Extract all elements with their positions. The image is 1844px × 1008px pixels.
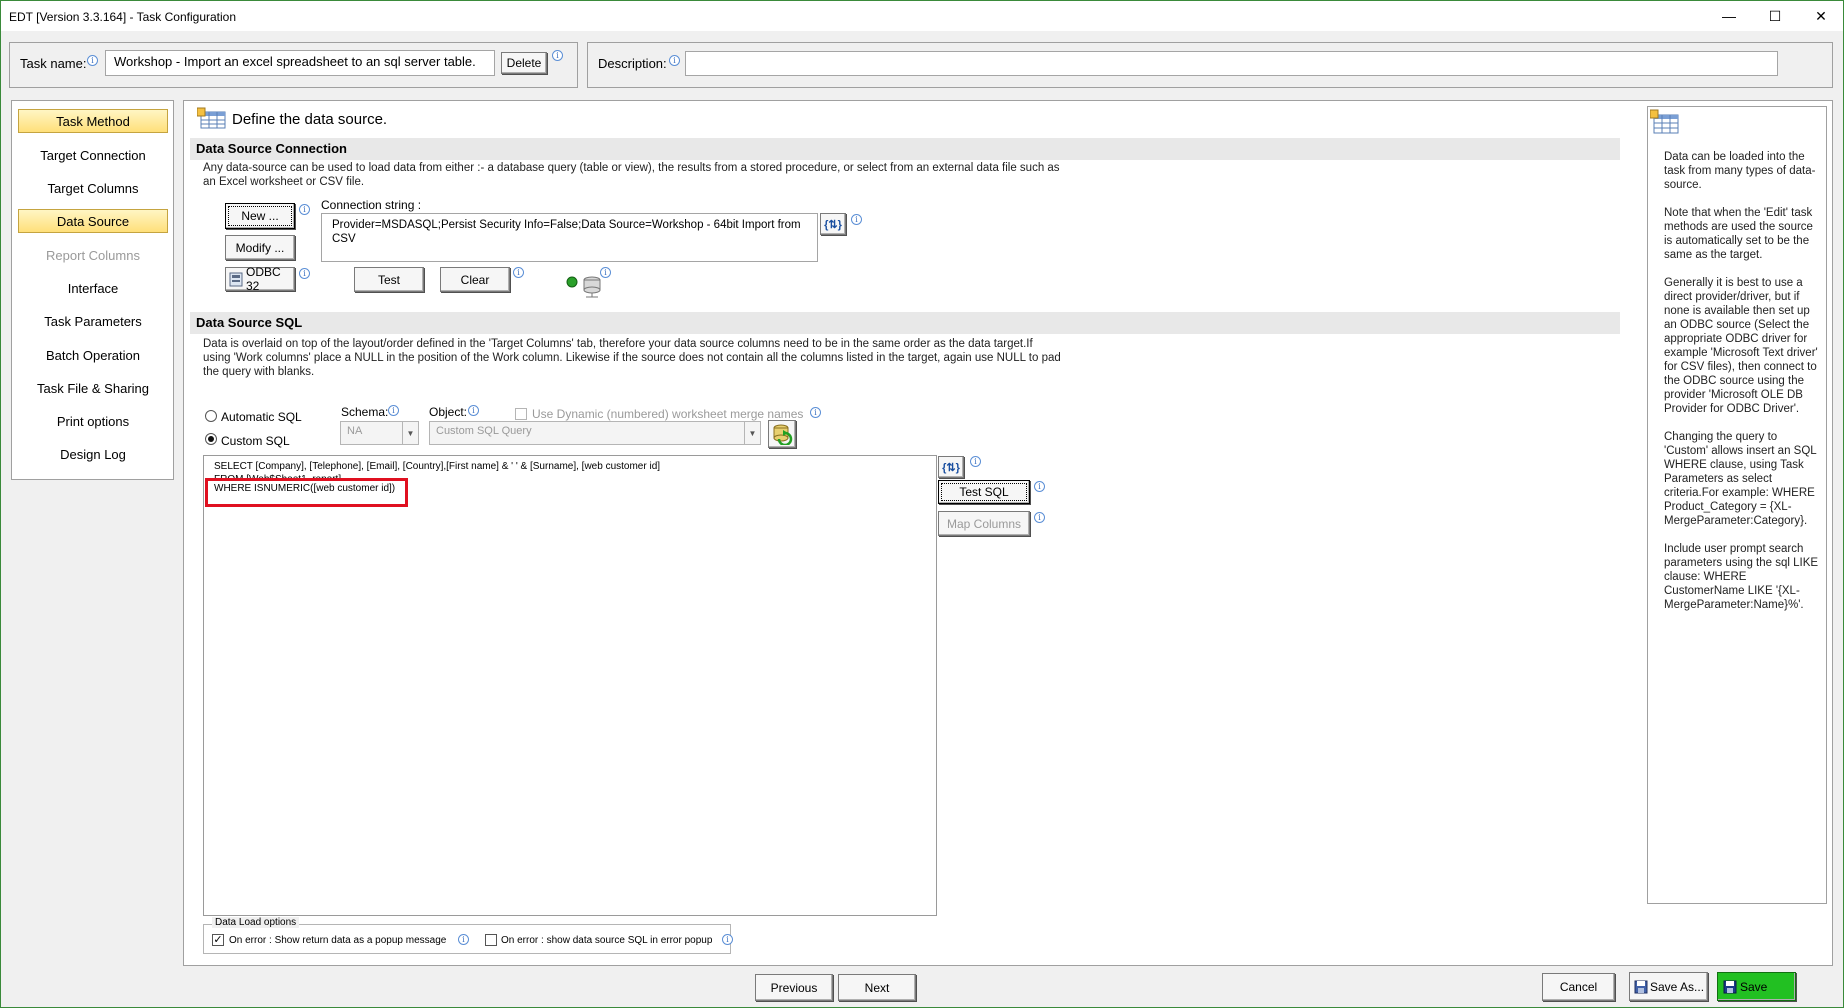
nav-task-method[interactable]: Task Method bbox=[18, 109, 168, 133]
custom-sql-label: Custom SQL bbox=[221, 434, 290, 448]
delete-button[interactable]: Delete bbox=[501, 52, 547, 74]
option1-info-icon[interactable]: i bbox=[458, 934, 469, 945]
save-as-label: Save As... bbox=[1650, 979, 1705, 994]
map-columns-button[interactable]: Map Columns bbox=[938, 511, 1030, 536]
sql-insert-parameter-button[interactable]: {⇅} bbox=[938, 456, 964, 478]
nav-print-options[interactable]: Print options bbox=[18, 409, 168, 433]
save-label: Save bbox=[1740, 979, 1768, 994]
nav-task-file-sharing[interactable]: Task File & Sharing bbox=[18, 376, 168, 400]
new-connection-button[interactable]: New ... bbox=[225, 203, 295, 229]
dynamic-names-checkbox[interactable] bbox=[515, 408, 527, 420]
sql-section-header: Data Source SQL bbox=[190, 312, 1620, 334]
table-icon bbox=[197, 107, 226, 129]
sql-parameter-info-icon[interactable]: i bbox=[970, 456, 981, 467]
schema-info-icon[interactable]: i bbox=[388, 405, 399, 416]
schema-label: Schema: bbox=[341, 405, 389, 419]
title-bar: EDT [Version 3.3.164] - Task Configurati… bbox=[1, 1, 1843, 31]
highlight-box bbox=[205, 478, 408, 507]
maximize-button[interactable]: ☐ bbox=[1752, 1, 1798, 31]
automatic-sql-label: Automatic SQL bbox=[221, 410, 302, 424]
description-input[interactable] bbox=[685, 51, 1778, 76]
custom-sql-radio[interactable] bbox=[205, 433, 217, 445]
task-name-panel: Task name: i Workshop - Import an excel … bbox=[9, 42, 578, 88]
status-info-icon[interactable]: i bbox=[600, 267, 611, 278]
sql-description: Data is overlaid on top of the layout/or… bbox=[203, 338, 1061, 378]
save-as-button[interactable]: Save As... bbox=[1629, 972, 1708, 1001]
next-button[interactable]: Next bbox=[838, 974, 916, 1001]
schema-value: NA bbox=[347, 425, 363, 437]
object-value: Custom SQL Query bbox=[436, 425, 532, 437]
nav-design-log[interactable]: Design Log bbox=[18, 442, 168, 466]
nav-target-columns[interactable]: Target Columns bbox=[18, 176, 168, 200]
dynamic-info-icon[interactable]: i bbox=[810, 407, 821, 418]
schema-select[interactable]: NA ▼ bbox=[340, 421, 419, 445]
test-sql-button[interactable]: Test SQL bbox=[938, 480, 1030, 504]
task-name-input[interactable]: Workshop - Import an excel spreadsheet t… bbox=[105, 50, 495, 76]
map-columns-info-icon[interactable]: i bbox=[1034, 512, 1045, 523]
description-info-icon[interactable]: i bbox=[669, 55, 680, 66]
connection-string-label: Connection string : bbox=[321, 198, 422, 212]
chevron-down-icon: ▼ bbox=[744, 422, 760, 444]
test-sql-info-icon[interactable]: i bbox=[1034, 481, 1045, 492]
cancel-button[interactable]: Cancel bbox=[1542, 973, 1615, 1001]
object-info-icon[interactable]: i bbox=[468, 405, 479, 416]
window-title: EDT [Version 3.3.164] - Task Configurati… bbox=[9, 10, 237, 24]
save-icon bbox=[1723, 980, 1737, 994]
minimize-button[interactable]: — bbox=[1706, 1, 1752, 31]
refresh-db-icon bbox=[773, 424, 793, 445]
option2-info-icon[interactable]: i bbox=[722, 934, 733, 945]
connection-status-icon bbox=[566, 276, 601, 298]
delete-info-icon[interactable]: i bbox=[552, 50, 563, 61]
object-label: Object: bbox=[429, 405, 468, 419]
page-title: Define the data source. bbox=[232, 111, 388, 128]
show-sql-checkbox[interactable] bbox=[485, 934, 497, 946]
help-text: Data can be loaded into the task from ma… bbox=[1664, 151, 1819, 611]
clear-info-icon[interactable]: i bbox=[513, 267, 524, 278]
nav-batch-operation[interactable]: Batch Operation bbox=[18, 343, 168, 367]
parameter-info-icon[interactable]: i bbox=[851, 214, 862, 225]
task-name-info-icon[interactable]: i bbox=[87, 55, 98, 66]
nav-interface[interactable]: Interface bbox=[18, 276, 168, 300]
automatic-sql-radio[interactable] bbox=[205, 410, 217, 422]
sql-query-editor[interactable]: SELECT [Company], [Telephone], [Email], … bbox=[203, 455, 937, 916]
object-select[interactable]: Custom SQL Query ▼ bbox=[429, 421, 761, 445]
insert-parameter-button[interactable]: {⇅} bbox=[820, 213, 846, 235]
popup-message-checkbox[interactable]: ✓ bbox=[212, 934, 224, 946]
sql-line: SELECT [Company], [Telephone], [Email], … bbox=[214, 461, 661, 472]
nav-target-connection[interactable]: Target Connection bbox=[18, 143, 168, 167]
task-name-label: Task name: bbox=[20, 56, 87, 71]
nav-task-parameters[interactable]: Task Parameters bbox=[18, 309, 168, 333]
previous-button[interactable]: Previous bbox=[755, 974, 833, 1001]
save-as-icon bbox=[1634, 980, 1648, 994]
chevron-down-icon: ▼ bbox=[402, 422, 418, 444]
connection-section-header: Data Source Connection bbox=[190, 138, 1620, 160]
description-panel: Description: i bbox=[587, 42, 1833, 88]
odbc32-button[interactable]: ODBC 32 bbox=[225, 265, 295, 293]
connection-string-input[interactable]: Provider=MSDASQL;Persist Security Info=F… bbox=[321, 213, 818, 262]
odbc32-label: ODBC 32 bbox=[246, 265, 281, 293]
help-table-icon bbox=[1650, 109, 1679, 134]
popup-message-label: On error : Show return data as a popup m… bbox=[229, 935, 447, 946]
nav-data-source[interactable]: Data Source bbox=[18, 209, 168, 233]
new-info-icon[interactable]: i bbox=[299, 204, 310, 215]
dynamic-names-label: Use Dynamic (numbered) worksheet merge n… bbox=[532, 407, 804, 421]
show-sql-label: On error : show data source SQL in error… bbox=[501, 935, 713, 946]
connection-description: Any data-source can be used to load data… bbox=[203, 162, 1060, 188]
odbc-info-icon[interactable]: i bbox=[299, 268, 310, 279]
refresh-objects-button[interactable] bbox=[768, 420, 796, 448]
nav-report-columns[interactable]: Report Columns bbox=[18, 243, 168, 267]
save-button[interactable]: Save bbox=[1717, 972, 1796, 1001]
close-button[interactable]: ✕ bbox=[1798, 1, 1844, 31]
clear-connection-button[interactable]: Clear bbox=[440, 267, 510, 292]
modify-connection-button[interactable]: Modify ... bbox=[225, 235, 295, 260]
odbc-icon bbox=[229, 272, 243, 287]
description-label: Description: bbox=[598, 56, 667, 71]
data-load-options-legend: Data Load options bbox=[212, 917, 300, 928]
test-connection-button[interactable]: Test bbox=[354, 267, 424, 292]
